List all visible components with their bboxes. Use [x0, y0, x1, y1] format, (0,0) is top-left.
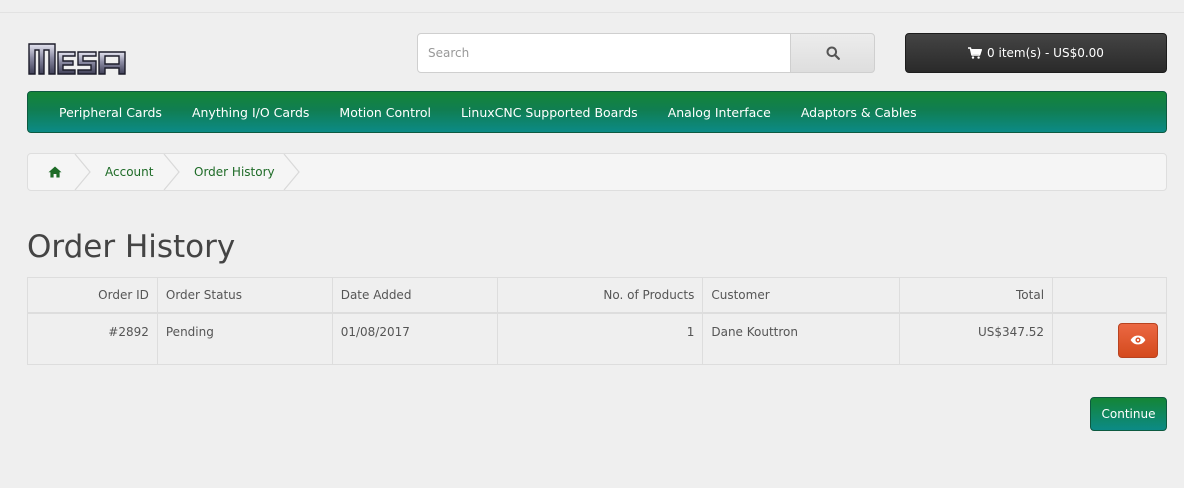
menu-item-linuxcnc-supported-boards[interactable]: LinuxCNC Supported Boards	[446, 105, 653, 120]
header-date-added: Date Added	[331, 277, 498, 314]
breadcrumb-separator	[163, 154, 180, 190]
menu-item-adaptors-cables[interactable]: Adaptors & Cables	[786, 105, 932, 120]
menu-item-analog-interface[interactable]: Analog Interface	[653, 105, 786, 120]
cell-date-added: 01/08/2017	[331, 312, 498, 365]
header-no-of-products: No. of Products	[496, 277, 704, 314]
cart-button[interactable]: 0 item(s) - US$0.00	[905, 33, 1167, 73]
header-customer: Customer	[702, 277, 901, 314]
view-order-button[interactable]	[1118, 322, 1158, 358]
breadcrumb-home[interactable]	[48, 154, 62, 190]
search-icon	[826, 46, 840, 60]
breadcrumb: Account Order History	[27, 153, 1167, 191]
continue-button[interactable]: Continue	[1090, 397, 1167, 431]
header-actions	[1052, 277, 1167, 314]
breadcrumb-item-order-history[interactable]: Order History	[194, 154, 275, 190]
header-order-id: Order ID	[27, 277, 158, 314]
cell-order-status: Pending	[156, 312, 333, 365]
table-row: #2892 Pending 01/08/2017 1 Dane Kouttron…	[27, 312, 1167, 365]
search-input[interactable]	[417, 33, 791, 73]
breadcrumb-separator	[74, 154, 91, 190]
cell-actions	[1052, 312, 1167, 365]
breadcrumb-item-account[interactable]: Account	[105, 154, 153, 190]
order-history-table: Order ID Order Status Date Added No. of …	[27, 277, 1167, 365]
page-title: Order History	[27, 229, 236, 265]
mesa-logo[interactable]	[27, 41, 127, 75]
top-divider	[0, 12, 1184, 13]
header-order-status: Order Status	[156, 277, 333, 314]
header-total: Total	[899, 277, 1054, 314]
menu-item-anything-io-cards[interactable]: Anything I/O Cards	[177, 105, 324, 120]
menu-item-peripheral-cards[interactable]: Peripheral Cards	[44, 105, 177, 120]
cell-customer: Dane Kouttron	[702, 312, 901, 365]
cart-icon	[968, 47, 983, 59]
search-button[interactable]	[790, 33, 875, 73]
cell-order-id: #2892	[27, 312, 158, 365]
menu-item-motion-control[interactable]: Motion Control	[324, 105, 446, 120]
main-menu: Peripheral Cards Anything I/O Cards Moti…	[27, 91, 1167, 133]
eye-icon	[1130, 335, 1146, 345]
cell-total: US$347.52	[899, 312, 1054, 365]
search-bar	[417, 33, 875, 73]
home-icon	[48, 166, 62, 178]
breadcrumb-separator	[283, 154, 300, 190]
table-header-row: Order ID Order Status Date Added No. of …	[27, 277, 1167, 314]
cart-summary: 0 item(s) - US$0.00	[987, 46, 1104, 60]
cell-no-of-products: 1	[496, 312, 704, 365]
